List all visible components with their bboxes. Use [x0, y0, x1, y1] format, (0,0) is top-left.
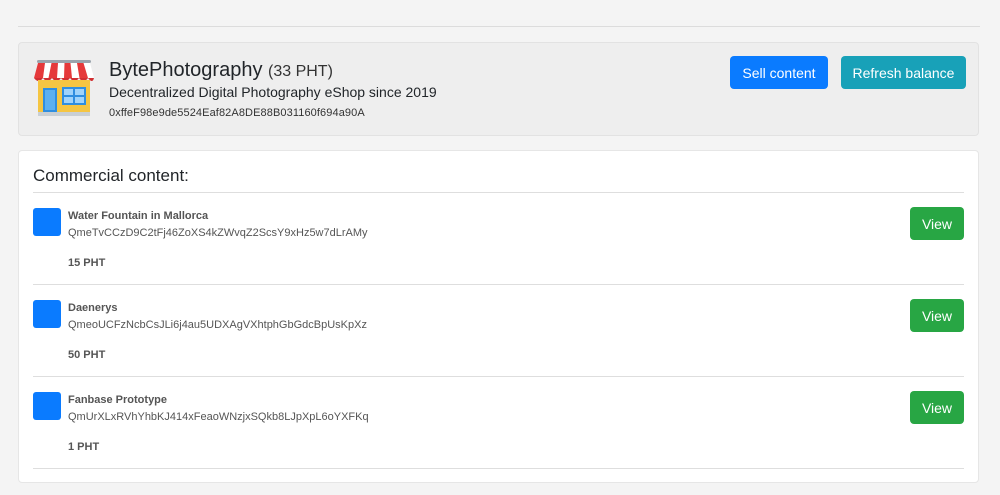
shop-header-card: BytePhotography (33 PHT) Decentralized D…: [18, 42, 979, 136]
item-title: Water Fountain in Mallorca: [68, 210, 209, 222]
sell-content-button[interactable]: Sell content: [730, 56, 828, 89]
shop-description: Decentralized Digital Photography eShop …: [109, 84, 437, 100]
storefront-icon: [34, 60, 94, 116]
refresh-balance-button[interactable]: Refresh balance: [841, 56, 966, 89]
list-item: Water Fountain in Mallorca QmeTvCCzD9C2t…: [33, 193, 964, 285]
item-price: 15 PHT: [68, 257, 106, 269]
shop-wallet-address: 0xffeF98e9de5524Eaf82A8DE88B031160f694a9…: [109, 107, 365, 119]
content-thumbnail: [33, 392, 61, 420]
shop-balance: (33 PHT): [268, 63, 333, 80]
top-divider: [18, 26, 980, 27]
item-hash: QmeoUCFzNcbCsJLi6j4au5UDXAgVXhtphGbGdcBp…: [68, 319, 367, 331]
view-button[interactable]: View: [910, 391, 964, 424]
content-section-title: Commercial content:: [33, 166, 189, 185]
shop-name: BytePhotography: [109, 59, 263, 81]
item-title: Fanbase Prototype: [68, 394, 168, 406]
view-button[interactable]: View: [910, 299, 964, 332]
item-title: Daenerys: [68, 302, 118, 314]
list-item: Fanbase Prototype QmUrXLxRVhYhbKJ414xFea…: [33, 377, 964, 469]
list-item: Daenerys QmeoUCFzNcbCsJLi6j4au5UDXAgVXht…: [33, 285, 964, 377]
item-divider: [33, 468, 964, 469]
item-hash: QmUrXLxRVhYhbKJ414xFeaoWNzjxSQkb8LJpXpL6…: [68, 411, 369, 423]
content-thumbnail: [33, 208, 61, 236]
item-price: 50 PHT: [68, 349, 106, 361]
item-price: 1 PHT: [68, 441, 100, 453]
content-thumbnail: [33, 300, 61, 328]
shop-title: BytePhotography (33 PHT): [109, 59, 333, 82]
commercial-content-card: Commercial content: Water Fountain in Ma…: [18, 150, 979, 483]
item-hash: QmeTvCCzD9C2tFj46ZoXS4kZWvqZ2ScsY9xHz5w7…: [68, 227, 368, 239]
view-button[interactable]: View: [910, 207, 964, 240]
